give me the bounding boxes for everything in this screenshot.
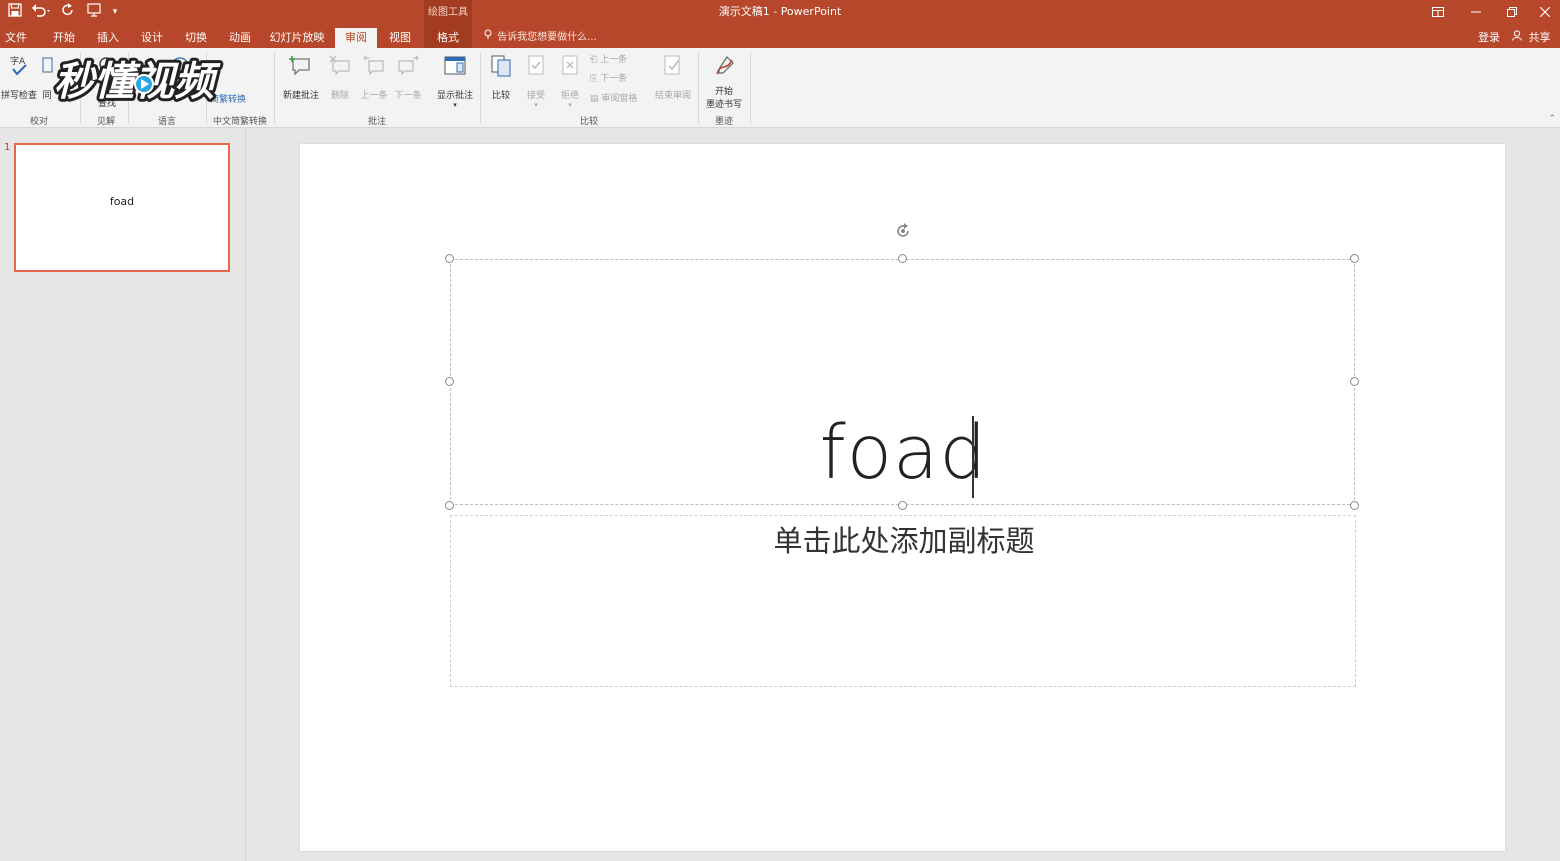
next-comment-icon [398,55,419,76]
tab-insert[interactable]: 插入 [88,28,128,48]
resize-handle-w[interactable] [445,377,454,386]
tab-review[interactable]: 审阅 [335,28,377,48]
next-comment-button[interactable]: 下一条 [392,54,424,101]
minimize-icon[interactable] [1458,0,1494,24]
tab-slideshow[interactable]: 幻灯片放映 [266,28,328,48]
save-icon[interactable] [6,3,24,21]
end-review-icon [664,55,680,75]
start-inking-button[interactable]: 开始 墨迹书写 [702,54,746,110]
resize-handle-ne[interactable] [1350,254,1359,263]
subtitle-placeholder[interactable]: 单击此处添加副标题 [450,515,1356,687]
resize-handle-s[interactable] [898,501,907,510]
previous-comment-button[interactable]: 上一条 [358,54,390,101]
share-label: 共享 [1528,31,1551,44]
previous-change-icon: ⎗ [590,55,598,65]
show-comments-button[interactable]: 显示批注 ▾ [432,54,478,109]
tab-format[interactable]: 格式 [426,28,470,48]
group-ink: 墨迹 [714,117,733,127]
tab-file[interactable]: 文件 [0,28,32,48]
next-change-icon: ⎘ [590,74,598,84]
subtitle-placeholder-text: 单击此处添加副标题 [773,524,1035,558]
slide-title-text[interactable]: foad [451,410,1356,496]
title-placeholder[interactable]: foad [450,259,1355,505]
resize-handle-sw[interactable] [445,501,454,510]
slide-number: 1 [4,142,11,153]
group-chinese-conversion: 中文简繁转换 [212,117,267,127]
reviewing-pane-icon: ▤ [590,94,599,104]
group-proofing: 校对 [29,117,48,127]
reject-icon [562,55,578,75]
group-separator [750,52,751,124]
share-button[interactable]: 共享 [1512,28,1556,48]
tell-me-text: 告诉我您想要做什么... [497,32,597,43]
restore-icon[interactable] [1494,0,1530,24]
person-icon [1512,28,1525,48]
delete-comment-button[interactable]: 删除 [326,54,354,101]
resize-handle-se[interactable] [1350,501,1359,510]
window-title: 演示文稿1 - PowerPoint [718,5,842,18]
tab-view[interactable]: 视图 [380,28,420,48]
next-change-button[interactable]: ⎘ 下一条 [590,72,627,86]
group-comments: 批注 [367,117,386,127]
start-from-beginning-icon[interactable] [84,3,104,21]
tab-transitions[interactable]: 切换 [176,28,216,48]
context-group-label: 绘图工具 [424,0,472,26]
thumbnail-title: foad [109,195,135,208]
collapse-ribbon-icon[interactable]: ⌃ [1548,114,1556,124]
new-comment-icon [289,56,310,76]
tab-animations[interactable]: 动画 [220,28,260,48]
pen-icon [716,56,734,75]
title-bar: ▾ 绘图工具 演示文稿1 - PowerPoint [0,0,1560,26]
redo-icon[interactable] [58,3,78,21]
compare-icon [491,55,511,77]
previous-change-button[interactable]: ⎗ 上一条 [590,53,627,67]
tab-home[interactable]: 开始 [44,28,84,48]
group-insights: 见解 [96,117,115,127]
reject-button[interactable]: 拒绝 ▾ [554,54,586,109]
resize-handle-e[interactable] [1350,377,1359,386]
delete-comment-icon [329,55,350,76]
compare-button[interactable]: 比较 [486,54,516,101]
rotate-handle-icon[interactable] [893,221,913,241]
customize-qat-icon[interactable]: ▾ [108,3,122,21]
svg-text:字A: 字A [10,55,26,67]
lightbulb-icon [484,28,494,48]
show-comments-icon [444,56,466,75]
accept-button[interactable]: 接受 ▾ [520,54,552,109]
sign-in-link[interactable]: 登录 [1478,28,1500,48]
end-review-button[interactable]: 结束审阅 [650,54,696,101]
reviewing-pane-button[interactable]: ▤ 审阅窗格 [590,92,637,106]
close-icon[interactable] [1530,0,1560,24]
spelling-button[interactable]: 字A 拼写检查 [0,54,38,101]
watermark-logo: 秒懂视频 秒懂视频 [48,50,290,110]
ribbon-display-options-icon[interactable] [1420,0,1456,24]
spelling-check-icon: 字A [10,55,27,76]
group-language: 语言 [157,117,176,127]
undo-icon[interactable] [30,3,54,21]
ribbon-tabs: 文件 开始 插入 设计 切换 动画 幻灯片放映 审阅 视图 格式 告诉我您想要做… [0,26,1560,48]
resize-handle-nw[interactable] [445,254,454,263]
text-cursor [972,416,974,498]
tab-design[interactable]: 设计 [132,28,172,48]
previous-comment-icon [363,55,384,76]
accept-icon [528,55,544,75]
tell-me-box[interactable]: 告诉我您想要做什么... [484,28,597,48]
slide-thumbnail[interactable]: foad [14,143,230,272]
resize-handle-n[interactable] [898,254,907,263]
group-compare: 比较 [579,117,598,127]
